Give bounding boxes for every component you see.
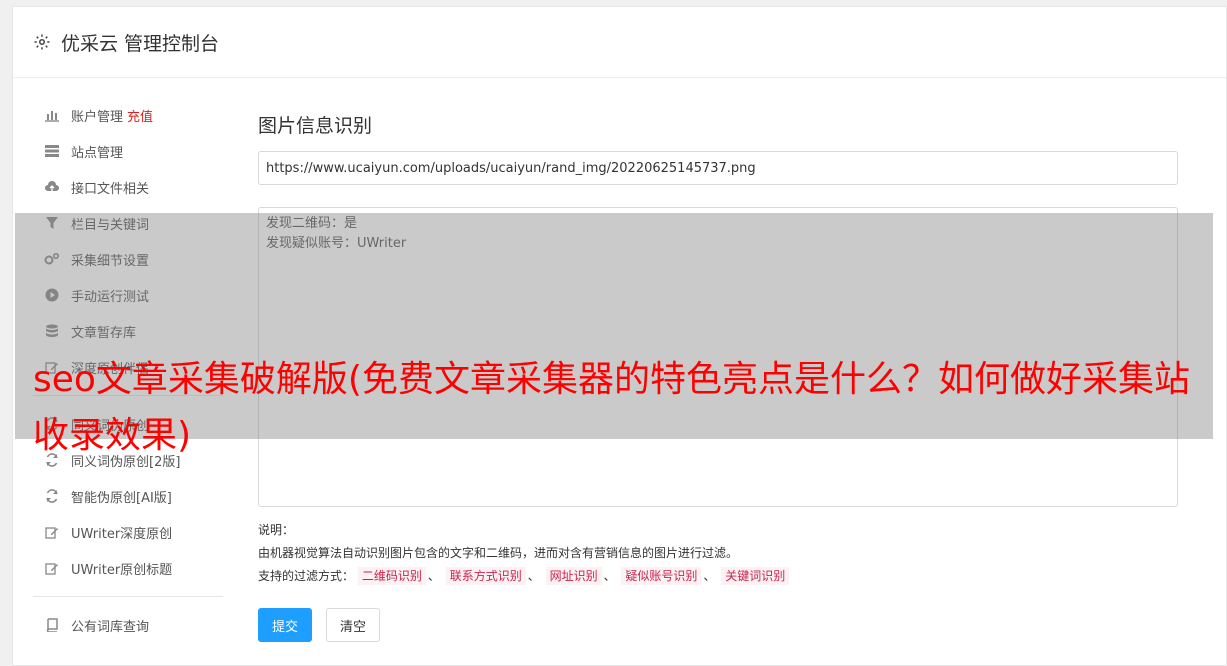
filter-tag: 关键词识别 (721, 567, 790, 585)
desc-label: 说明： (258, 523, 295, 537)
sidebar-item-ai-rewrite[interactable]: 智能伪原创[AI版] (33, 478, 223, 514)
book-icon (43, 616, 61, 634)
server-icon (43, 142, 61, 160)
sidebar-divider (33, 596, 223, 597)
image-url-input[interactable] (258, 151, 1178, 185)
sidebar-item-label: 账户管理 (71, 109, 124, 125)
clear-button[interactable]: 清空 (326, 608, 381, 642)
sidebar-item-uwriter-original[interactable]: UWriter深度原创 (33, 514, 223, 550)
edit-icon (43, 559, 61, 577)
sidebar-item-label: 智能伪原创[AI版] (71, 490, 172, 506)
sidebar-item-interface-files[interactable]: 接口文件相关 (33, 169, 223, 205)
filter-label: 支持的过滤方式： (258, 569, 355, 583)
filter-tag: 疑似账号识别 (621, 567, 702, 585)
sidebar-item-label: 接口文件相关 (71, 181, 150, 197)
filter-tag: 联系方式识别 (445, 567, 526, 585)
card-header: 优采云 管理控制台 (13, 7, 1226, 78)
sidebar-item-sites[interactable]: 站点管理 (33, 133, 223, 169)
sidebar-item-public-lexicon[interactable]: 公有词库查询 (33, 607, 223, 643)
description: 说明： 由机器视觉算法自动识别图片包含的文字和二维码，进而对含有营销信息的图片进… (258, 519, 1178, 588)
filter-tag: 网址识别 (545, 567, 602, 585)
refresh-icon (43, 487, 61, 505)
sidebar-item-label: 站点管理 (71, 145, 124, 161)
page-title: 优采云 管理控制台 (61, 32, 220, 55)
gear-icon (33, 33, 51, 51)
edit-icon (43, 523, 61, 541)
desc-text: 由机器视觉算法自动识别图片包含的文字和二维码，进而对含有营销信息的图片进行过滤。 (258, 546, 739, 560)
sidebar-item-uwriter-title[interactable]: UWriter原创标题 (33, 550, 223, 586)
button-row: 提交 清空 (258, 608, 1178, 642)
filter-tag: 二维码识别 (357, 567, 426, 585)
bar-chart-icon (43, 106, 61, 124)
section-title: 图片信息识别 (258, 115, 373, 137)
recharge-link[interactable]: 充值 (127, 106, 153, 125)
cloud-upload-icon (43, 178, 61, 196)
sidebar-item-label: 公有词库查询 (71, 619, 150, 635)
sidebar-item-label: UWriter原创标题 (71, 562, 173, 578)
sidebar-item-label: UWriter深度原创 (71, 526, 173, 542)
overlay-headline: seo文章采集破解版(免费文章采集器的特色亮点是什么？如何做好采集站收录效果) (33, 359, 1190, 456)
submit-button[interactable]: 提交 (258, 608, 313, 642)
sidebar-item-account[interactable]: 账户管理 充值 (33, 97, 223, 133)
filter-methods: 支持的过滤方式： 二维码识别、 联系方式识别、 网址识别、 疑似账号识别、 关键… (258, 565, 1178, 588)
